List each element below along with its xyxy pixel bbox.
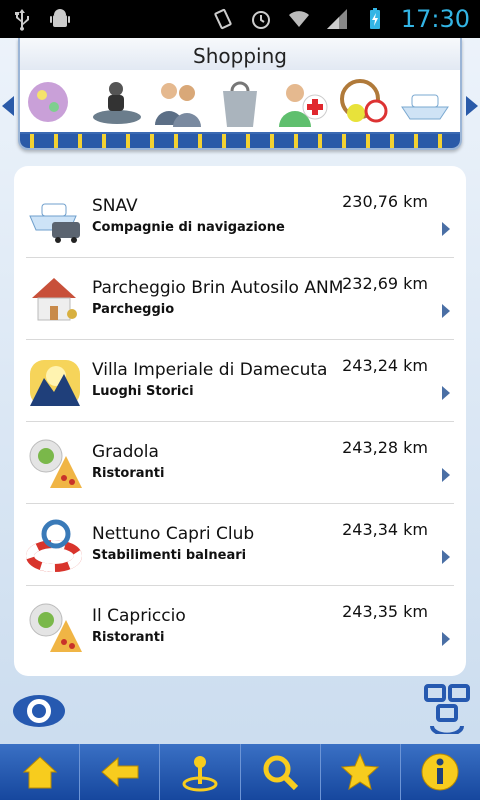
item-distance: 232,69 km <box>342 274 428 293</box>
chevron-right-icon <box>442 550 450 564</box>
bottom-toolbar <box>0 744 480 800</box>
item-name: Villa Imperiale di Damecuta <box>92 360 328 380</box>
item-distance: 243,28 km <box>342 438 428 457</box>
chevron-right-icon <box>442 222 450 236</box>
item-category: Luoghi Storici <box>92 384 194 399</box>
wifi-icon <box>288 11 309 27</box>
item-category: Compagnie di navigazione <box>92 220 285 235</box>
item-distance: 230,76 km <box>342 192 428 211</box>
android-debug-icon <box>50 9 70 27</box>
star-icon <box>341 752 380 791</box>
pizza-icon <box>29 439 82 488</box>
status-bar: 17:30 <box>0 0 480 38</box>
chevron-right-icon <box>442 632 450 646</box>
item-name: Nettuno Capri Club <box>92 524 255 544</box>
home-icon <box>22 756 57 789</box>
pizza-icon <box>29 603 82 652</box>
chevron-right-icon <box>442 468 450 482</box>
usb-icon <box>15 9 29 31</box>
item-distance: 243,35 km <box>342 602 428 621</box>
list-item[interactable]: Parcheggio Brin Autosilo ANM Parcheggio … <box>26 258 454 340</box>
ferry-bus-icon <box>29 203 80 243</box>
back-arrow-icon <box>100 756 139 788</box>
sports-icon[interactable] <box>336 75 390 129</box>
people-icon[interactable] <box>151 75 205 129</box>
search-icon <box>263 755 299 791</box>
lifebuoy-icon <box>26 519 82 572</box>
vibrate-icon <box>214 8 232 30</box>
list-item[interactable]: Villa Imperiale di Damecuta Luoghi Stori… <box>26 340 454 422</box>
search-button[interactable] <box>241 744 321 800</box>
alarm-icon <box>251 11 270 29</box>
category-prev-arrow[interactable] <box>2 96 14 116</box>
category-next-arrow[interactable] <box>466 96 478 116</box>
favorites-button[interactable] <box>321 744 401 800</box>
item-category: Stabilimenti balneari <box>92 548 247 563</box>
chevron-right-icon <box>442 304 450 318</box>
jet-ski-icon[interactable] <box>90 75 144 129</box>
item-name: SNAV <box>92 196 138 216</box>
item-category: Parcheggio <box>92 302 175 317</box>
disco-ball-icon[interactable] <box>27 75 82 129</box>
category-header: Shopping <box>18 38 462 150</box>
poi-list: SNAV Compagnie di navigazione 230,76 km … <box>14 166 466 676</box>
chevron-right-icon <box>442 386 450 400</box>
info-icon <box>421 753 459 791</box>
info-button[interactable] <box>401 744 480 800</box>
capri-shopping-bag-icon[interactable] <box>213 75 267 129</box>
item-name: Gradola <box>92 442 159 462</box>
list-item[interactable]: Gradola Ristoranti 243,28 km <box>26 422 454 504</box>
home-button[interactable] <box>0 744 81 800</box>
back-button[interactable] <box>80 744 161 800</box>
category-wave-border <box>20 132 460 148</box>
category-strip <box>20 70 460 134</box>
list-item[interactable]: SNAV Compagnie di navigazione 230,76 km <box>26 176 454 258</box>
signal-icon <box>326 9 347 29</box>
map-pin-icon <box>182 756 218 792</box>
map-button[interactable] <box>160 744 241 800</box>
item-distance: 243,24 km <box>342 356 428 375</box>
category-title: Shopping <box>20 38 460 70</box>
item-name: Parcheggio Brin Autosilo ANM <box>92 278 344 298</box>
item-category: Ristoranti <box>92 630 165 645</box>
landscape-icon <box>30 360 80 406</box>
battery-charging-icon <box>369 8 380 29</box>
eye-icon[interactable] <box>12 692 66 730</box>
sync-icon[interactable] <box>424 684 470 734</box>
ferry-icon[interactable] <box>398 75 452 129</box>
list-item[interactable]: Nettuno Capri Club Stabilimenti balneari… <box>26 504 454 586</box>
house-key-icon <box>32 278 77 321</box>
item-category: Ristoranti <box>92 466 165 481</box>
list-item[interactable]: Il Capriccio Ristoranti 243,35 km <box>26 586 454 668</box>
item-name: Il Capriccio <box>92 606 186 626</box>
status-time: 17:30 <box>400 5 470 33</box>
doctor-icon[interactable] <box>275 75 329 129</box>
item-distance: 243,34 km <box>342 520 428 539</box>
